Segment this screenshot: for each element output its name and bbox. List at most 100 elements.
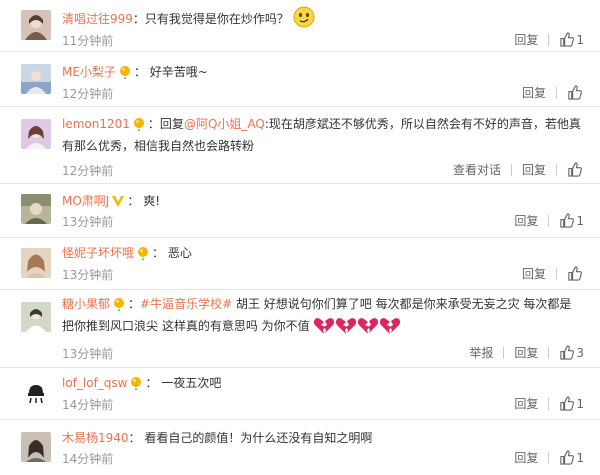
colon-separator: ： — [145, 376, 158, 390]
smirk-emoji-icon — [293, 6, 315, 28]
vip-balloon-badge-icon — [118, 65, 132, 79]
comment-time: 13分钟前 — [62, 215, 114, 229]
like-button[interactable]: 1 — [559, 213, 584, 228]
reply-button[interactable]: 回复 — [514, 344, 538, 361]
like-button[interactable] — [567, 85, 584, 100]
like-button[interactable]: 1 — [559, 396, 584, 411]
avatar[interactable] — [21, 64, 51, 94]
thumbs-up-icon — [567, 162, 582, 177]
reply-button[interactable]: 回复 — [514, 449, 538, 466]
comment-item: 糖小果郁 ：#牛逼音乐学校# 胡王 好想说句你们算了吧 每次都是你来承受无妄之灾 … — [0, 290, 600, 368]
like-count: 3 — [576, 345, 584, 360]
avatar[interactable] — [21, 432, 51, 462]
like-count: 1 — [576, 32, 584, 47]
comment-text: 爽! — [143, 194, 160, 208]
thumbs-up-icon — [567, 85, 582, 100]
comment-time: 14分钟前 — [62, 398, 114, 412]
topic-hashtag-link[interactable]: #牛逼音乐学校# — [140, 297, 232, 311]
comment-list: 清唱过往999：只有我觉得是你在炒作吗？ 11分钟前 回复 1 ME小梨子： 好… — [0, 0, 600, 475]
avatar[interactable] — [21, 194, 51, 224]
username-link[interactable]: 怪妮子坏坏哦 — [62, 246, 134, 260]
thumbs-up-icon — [559, 32, 575, 47]
avatar[interactable] — [21, 248, 51, 278]
broken-heart-icon — [335, 317, 357, 335]
broken-heart-icons — [313, 317, 401, 335]
vip-balloon-badge-icon — [136, 246, 150, 260]
colon-separator: ： — [147, 117, 160, 131]
like-button[interactable]: 3 — [559, 345, 584, 360]
comment-item: 怪妮子坏坏哦 ： 恶心 13分钟前 回复 — [0, 238, 600, 290]
reply-prefix: 回复 — [159, 117, 184, 131]
username-link[interactable]: MO肃啊J — [62, 194, 109, 208]
comment-time: 12分钟前 — [62, 164, 114, 178]
reply-mention-link[interactable]: @阿Q小姐_AQ — [184, 117, 265, 131]
comment-text: 看看自己的颜值！为什么还没有自知之明啊 — [144, 431, 373, 445]
comment-time: 13分钟前 — [62, 268, 114, 282]
broken-heart-icon — [379, 317, 401, 335]
vip-balloon-badge-icon — [132, 117, 146, 131]
colon-separator: ： — [127, 194, 140, 208]
like-button[interactable] — [567, 162, 584, 177]
like-count: 1 — [576, 396, 584, 411]
action-divider — [510, 163, 512, 176]
thumbs-up-icon — [567, 266, 582, 281]
colon-separator: ： — [133, 65, 146, 79]
comment-time: 13分钟前 — [62, 347, 114, 361]
colon-separator: ： — [128, 297, 141, 311]
thumbs-up-icon — [559, 213, 575, 228]
colon-separator: ： — [132, 12, 145, 26]
action-divider — [503, 346, 505, 359]
reply-button[interactable]: 回复 — [514, 212, 538, 229]
avatar[interactable] — [21, 302, 51, 332]
reply-button[interactable]: 回复 — [522, 84, 546, 101]
broken-heart-icon — [357, 317, 379, 335]
comment-text: 只有我觉得是你在炒作吗？ — [144, 12, 289, 26]
username-link[interactable]: 木易杨1940 — [62, 431, 129, 445]
comment-item: 清唱过往999：只有我觉得是你在炒作吗？ 11分钟前 回复 1 — [0, 0, 600, 52]
avatar[interactable] — [21, 119, 51, 149]
reply-button[interactable]: 回复 — [522, 265, 546, 282]
like-count: 1 — [576, 213, 584, 228]
comment-item: lemon1201 ：回复@阿Q小姐_AQ:现在胡彦斌还不够优秀，所以自然会有不好… — [0, 107, 600, 184]
comment-time: 14分钟前 — [62, 452, 114, 466]
username-link[interactable]: 清唱过往999 — [62, 12, 133, 26]
action-divider — [548, 33, 550, 46]
report-button[interactable]: 举报 — [469, 344, 493, 361]
comment-text: 好辛苦哦~ — [149, 65, 208, 79]
like-button[interactable]: 1 — [559, 32, 584, 47]
comment-text: 恶心 — [167, 246, 192, 260]
comment-text: 一夜五次吧 — [161, 376, 222, 390]
action-divider — [548, 451, 550, 464]
comment-item: lof_lof_qsw ： 一夜五次吧 14分钟前 回复 1 — [0, 368, 600, 420]
avatar[interactable] — [21, 378, 51, 408]
vip-balloon-badge-icon — [112, 297, 126, 311]
like-button[interactable] — [567, 266, 584, 281]
username-link[interactable]: lemon1201 — [62, 117, 130, 131]
reply-button[interactable]: 回复 — [514, 395, 538, 412]
comment-item: ME小梨子 ： 好辛苦哦~ 12分钟前 回复 — [0, 52, 600, 107]
vip-v-badge-icon — [111, 194, 125, 208]
colon-separator: ： — [152, 246, 165, 260]
comment-time: 12分钟前 — [62, 87, 114, 101]
action-divider — [556, 86, 557, 99]
like-button[interactable]: 1 — [559, 450, 584, 465]
comment-item: 木易杨1940： 看看自己的颜值！为什么还没有自知之明啊 14分钟前 回复 1 — [0, 420, 600, 475]
thumbs-up-icon — [559, 396, 575, 411]
action-divider — [548, 346, 550, 359]
username-link[interactable]: 糖小果郁 — [62, 297, 110, 311]
reply-button[interactable]: 回复 — [522, 161, 546, 178]
reply-button[interactable]: 回复 — [514, 31, 538, 48]
view-conversation-button[interactable]: 查看对话 — [453, 161, 501, 178]
thumbs-up-icon — [559, 345, 575, 360]
comment-time: 11分钟前 — [62, 34, 114, 48]
broken-heart-icon — [313, 317, 335, 335]
avatar[interactable] — [21, 10, 51, 40]
like-count: 1 — [576, 450, 584, 465]
action-divider — [548, 397, 550, 410]
action-divider — [548, 214, 550, 227]
comment-item: MO肃啊J ： 爽! 13分钟前 回复 1 — [0, 184, 600, 238]
username-link[interactable]: ME小梨子 — [62, 65, 116, 79]
vip-balloon-badge-icon — [129, 376, 143, 390]
thumbs-up-icon — [559, 450, 575, 465]
username-link[interactable]: lof_lof_qsw — [62, 376, 127, 390]
